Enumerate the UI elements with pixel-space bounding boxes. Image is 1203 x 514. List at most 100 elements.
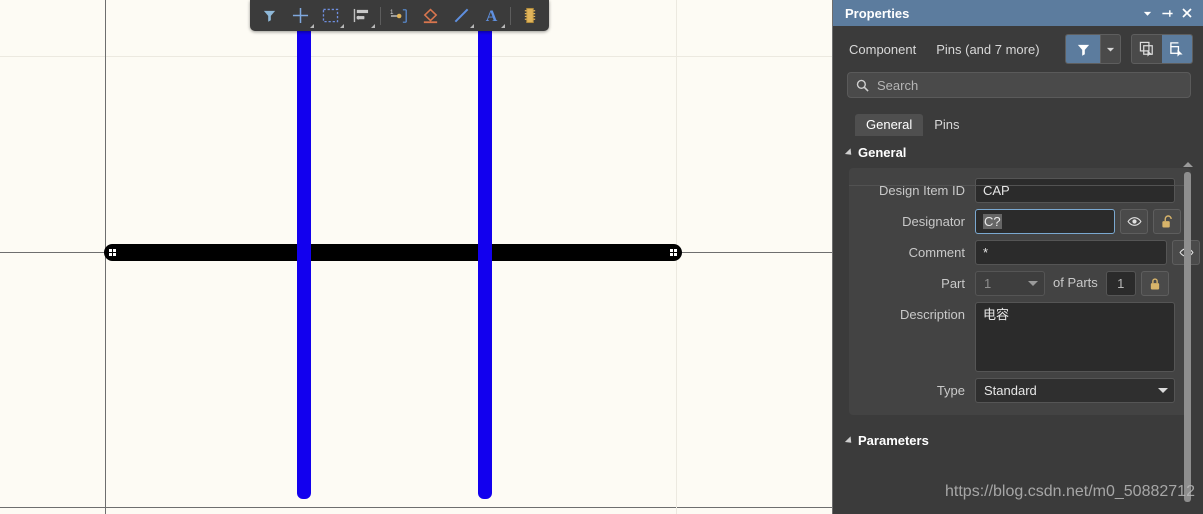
object-scope-row: Component Pins (and 7 more) xyxy=(833,26,1203,70)
designator-visibility-button[interactable] xyxy=(1120,209,1148,234)
component-pin-2[interactable] xyxy=(478,27,492,499)
close-icon-button[interactable] xyxy=(1177,3,1197,23)
field-row-comment: Comment xyxy=(855,240,1200,265)
section-title: Parameters xyxy=(858,433,929,448)
dropdown-corner-icon[interactable] xyxy=(340,24,345,28)
panel-body: Component Pins (and 7 more) Search Gener… xyxy=(833,26,1203,514)
select-touching-icon-button[interactable] xyxy=(1162,35,1192,63)
tabs-divider xyxy=(849,185,1187,186)
grid-line-horizontal xyxy=(0,56,833,57)
part-value: 1 xyxy=(984,276,992,291)
crosshair-icon-button[interactable] xyxy=(285,2,316,29)
tab-general[interactable]: General xyxy=(855,114,924,136)
select-all-icon xyxy=(1139,41,1153,57)
section-header-parameters[interactable]: Parameters xyxy=(833,433,1203,448)
ic-chip-icon xyxy=(524,7,535,24)
panel-title-text: Properties xyxy=(845,5,910,21)
of-parts-label: of Parts xyxy=(1053,275,1098,290)
eye-icon xyxy=(1126,217,1142,226)
scrollbar-thumb[interactable] xyxy=(1184,172,1191,502)
align-left-icon xyxy=(354,8,369,23)
selection-mode-group[interactable] xyxy=(1131,34,1193,64)
toolbar-separator xyxy=(510,6,512,25)
collapse-caret-icon[interactable] xyxy=(844,435,855,446)
type-value: Standard xyxy=(984,383,1037,398)
pin-icon-button[interactable] xyxy=(1157,3,1177,23)
schematic-editor-canvas[interactable] xyxy=(0,0,833,514)
panel-titlebar[interactable]: Properties xyxy=(833,0,1203,26)
pin-icon xyxy=(1161,9,1173,17)
application-window: 1 A Properties Component Pins (and 7 mor… xyxy=(0,0,1203,514)
caret-up-icon[interactable] xyxy=(1183,162,1193,167)
text-a-icon: A xyxy=(486,8,498,24)
filter-funnel-icon xyxy=(1077,44,1089,56)
design-item-id-label: Design Item ID xyxy=(879,183,965,198)
object-scope-label[interactable]: Pins (and 7 more) xyxy=(936,42,1039,57)
resize-grip-left[interactable] xyxy=(109,249,116,256)
power-port-icon xyxy=(423,7,438,23)
tab-pins[interactable]: Pins xyxy=(923,114,970,136)
dropdown-corner-icon[interactable] xyxy=(309,24,314,28)
comment-label: Comment xyxy=(908,245,965,260)
part-lock-button[interactable] xyxy=(1140,271,1169,296)
place-pin-icon: 1 xyxy=(390,9,407,23)
filter-funnel-icon-button[interactable] xyxy=(1066,35,1100,63)
type-label: Type xyxy=(936,383,965,398)
text-a-icon-button[interactable]: A xyxy=(476,2,507,29)
line-icon-button[interactable] xyxy=(446,2,477,29)
description-label: Description xyxy=(899,307,965,322)
collapse-caret-icon[interactable] xyxy=(844,147,855,158)
comment-field[interactable] xyxy=(975,240,1167,265)
crosshair-icon xyxy=(292,7,308,24)
chevron-down-icon xyxy=(1158,388,1168,393)
align-left-icon-button[interactable] xyxy=(346,2,377,29)
dashed-rectangle-icon-button[interactable] xyxy=(316,2,347,29)
designator-label: Designator xyxy=(902,214,965,229)
place-pin-icon-button[interactable]: 1 xyxy=(384,2,415,29)
object-type-label[interactable]: Component xyxy=(849,42,916,57)
properties-panel: Properties Component Pins (and 7 more) S… xyxy=(833,0,1203,514)
power-port-icon-button[interactable] xyxy=(415,2,446,29)
lock-icon xyxy=(1150,277,1159,290)
dashed-rectangle-icon xyxy=(323,8,339,23)
chevron-down-icon xyxy=(1106,47,1115,51)
dropdown-corner-icon[interactable] xyxy=(501,24,506,28)
dropdown-corner-icon[interactable] xyxy=(371,24,376,28)
designator-lock-button[interactable] xyxy=(1153,209,1181,234)
unlock-icon xyxy=(1162,214,1172,228)
panel-scrollbar[interactable] xyxy=(1182,162,1193,514)
dropdown-corner-icon[interactable] xyxy=(470,24,475,28)
of-parts-value: 1 xyxy=(1105,271,1136,296)
select-all-icon-button[interactable] xyxy=(1132,35,1162,63)
design-item-id-field[interactable] xyxy=(975,178,1175,203)
part-combo[interactable]: 1 xyxy=(975,271,1045,296)
chevron-down-icon-button[interactable] xyxy=(1137,3,1157,23)
schematic-placement-toolbar[interactable]: 1 A xyxy=(250,0,549,31)
designator-field[interactable]: C? xyxy=(975,209,1115,234)
general-properties-card: Design Item ID Designator C? xyxy=(849,168,1200,415)
search-icon xyxy=(856,79,869,92)
field-row-design-item-id: Design Item ID xyxy=(855,178,1181,203)
component-pin-1[interactable] xyxy=(297,27,311,499)
field-row-type: Type Standard xyxy=(855,378,1181,403)
search-box[interactable] xyxy=(847,72,1191,98)
capacitor-plate[interactable] xyxy=(104,244,682,261)
ic-chip-icon-button[interactable] xyxy=(514,2,545,29)
type-combo[interactable]: Standard xyxy=(975,378,1175,403)
select-touching-icon xyxy=(1169,41,1183,57)
close-icon xyxy=(1182,8,1192,18)
grid-line-horizontal xyxy=(0,507,833,508)
panel-tabs: General Pins xyxy=(855,112,1203,136)
toolbar-separator xyxy=(380,6,382,25)
section-header-general[interactable]: General xyxy=(833,145,1203,160)
filter-funnel-icon-button[interactable] xyxy=(254,2,285,29)
description-field[interactable] xyxy=(975,302,1175,372)
resize-grip-right[interactable] xyxy=(670,249,677,256)
filter-dropdown-button[interactable] xyxy=(1100,35,1120,63)
filter-button-group[interactable] xyxy=(1065,34,1121,64)
field-row-designator: Designator C? xyxy=(855,209,1181,234)
chevron-down-icon xyxy=(1028,281,1038,286)
designator-value: C? xyxy=(983,214,1002,229)
search-input[interactable] xyxy=(869,76,1182,94)
field-row-part: Part 1 of Parts 1 xyxy=(855,271,1181,296)
